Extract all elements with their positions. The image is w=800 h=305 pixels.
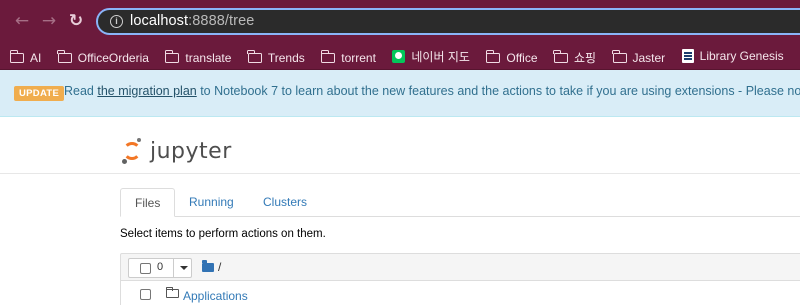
select-all-dropdown[interactable]: 0 (128, 258, 192, 278)
back-arrow-icon[interactable]: ← (10, 9, 34, 33)
site-info-icon[interactable]: i (110, 15, 123, 28)
bookmark-jaster[interactable]: Jaster (612, 44, 666, 69)
bookmark-trends[interactable]: Trends (247, 44, 305, 69)
url-path: :8888/tree (188, 13, 255, 29)
list-item[interactable]: Applications (120, 281, 800, 305)
selection-instructions: Select items to perform actions on them. (120, 228, 326, 240)
bookmark-naver-map[interactable]: 네이버 지도 (392, 43, 470, 70)
bookmark-label: Office (506, 50, 538, 65)
bookmark-label: Jaster (632, 50, 666, 65)
file-link-applications[interactable]: Applications (183, 289, 248, 303)
bookmark-label: 쇼핑 (573, 51, 597, 65)
folder-icon (164, 49, 180, 63)
select-all-checkbox[interactable] (140, 262, 151, 274)
dropdown-separator (173, 259, 174, 277)
bookmark-label: Library Genesis (699, 48, 784, 63)
bookmark-torrent[interactable]: torrent (320, 44, 376, 69)
jupyter-logo-icon (122, 138, 144, 164)
bookmark-shopping[interactable]: 쇼핑 (553, 44, 597, 69)
bookmark-label: 네이버 지도 (411, 49, 470, 64)
migration-plan-link[interactable]: the migration plan (97, 84, 196, 98)
forward-arrow-icon[interactable]: → (37, 9, 61, 33)
tab-bar: Files Running Clusters (120, 188, 800, 217)
update-message: Read the migration plan to Notebook 7 to… (64, 84, 800, 98)
address-url[interactable]: localhost:8888/tree (130, 13, 254, 29)
bookmark-officeorderia[interactable]: OfficeOrderia (57, 44, 149, 69)
folder-icon (247, 49, 262, 63)
home-folder-icon[interactable] (202, 260, 214, 272)
folder-icon (612, 49, 627, 63)
jupyter-logo[interactable]: jupyter (122, 136, 232, 166)
folder-icon (9, 49, 24, 63)
file-list-toolbar: 0 / (120, 253, 800, 281)
folder-icon (485, 49, 501, 63)
bookmark-label: translate (185, 50, 232, 65)
folder-icon (165, 286, 179, 298)
bookmark-translate[interactable]: translate (164, 44, 232, 69)
bookmark-library-genesis[interactable]: Library Genesis (681, 42, 784, 69)
update-text-after: to Notebook 7 to learn about the new fea… (196, 84, 800, 98)
bookmark-label: AI (30, 50, 42, 65)
folder-icon (320, 49, 336, 63)
bookmark-ai[interactable]: AI (9, 44, 42, 69)
bookmark-label: torrent (341, 50, 376, 65)
browser-toolbar: ← → ↻ i localhost:8888/tree (0, 0, 800, 42)
tab-files[interactable]: Files (120, 188, 176, 217)
jupyter-logo-text: jupyter (150, 138, 232, 164)
tab-running[interactable]: Running (175, 188, 248, 216)
header-divider (0, 173, 800, 174)
row-checkbox[interactable] (140, 289, 151, 300)
caret-down-icon[interactable] (180, 266, 188, 270)
tab-clusters[interactable]: Clusters (249, 188, 321, 216)
bookmarks-bar: AI OfficeOrderia translate Trends torren… (0, 42, 800, 70)
bookmark-label: Trends (267, 50, 305, 65)
selected-count: 0 (157, 261, 164, 273)
library-genesis-favicon-icon (681, 48, 694, 63)
folder-icon (57, 49, 72, 63)
bookmark-label: OfficeOrderia (77, 50, 149, 65)
bookmark-office[interactable]: Office (485, 44, 538, 69)
reload-icon[interactable]: ↻ (64, 9, 88, 33)
address-bar[interactable]: i localhost:8888/tree (96, 8, 800, 35)
update-text-before: Read (64, 84, 98, 98)
breadcrumb-root[interactable]: / (218, 260, 221, 274)
naver-map-favicon-icon (392, 49, 406, 63)
update-notification: UPDATE Read the migration plan to Notebo… (0, 70, 800, 117)
update-badge: UPDATE (14, 86, 65, 101)
url-host: localhost (130, 13, 189, 29)
folder-icon (553, 49, 568, 63)
